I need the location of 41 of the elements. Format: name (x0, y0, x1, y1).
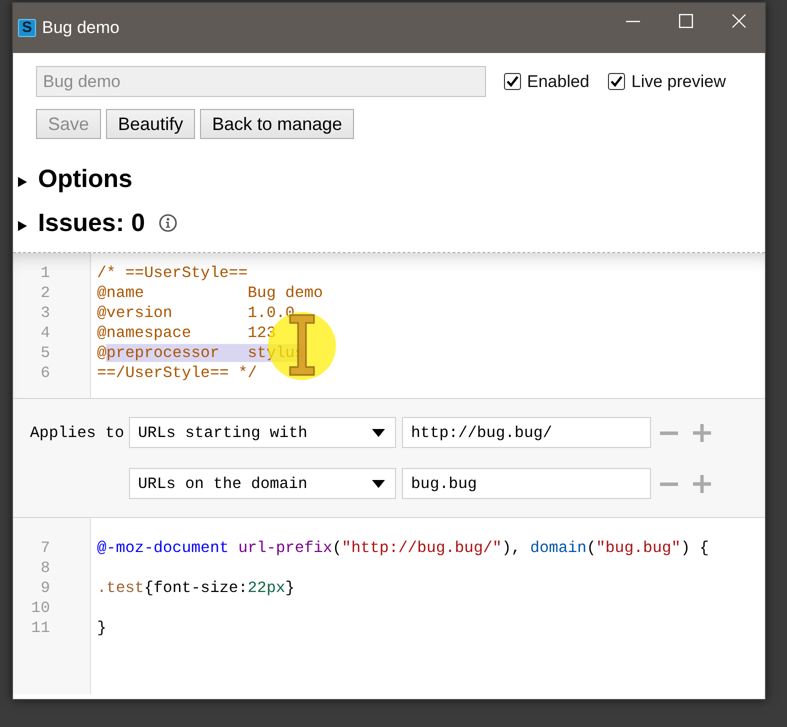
code-line: } (97, 619, 106, 637)
line-number: 1 (40, 264, 50, 282)
toolbar-button[interactable]: Beautify (106, 109, 196, 139)
maximize-icon[interactable] (679, 14, 693, 28)
disclosure-triangle-icon[interactable] (18, 221, 28, 231)
code-line: @name Bug demo (97, 284, 323, 302)
url-type-dropdown[interactable]: URLs on the domain (129, 468, 396, 499)
caret-icon (372, 480, 385, 488)
checkbox-label[interactable]: Live preview (631, 72, 726, 92)
line-number: 9 (40, 579, 50, 597)
applies-to-label: Applies to (30, 424, 124, 442)
disclosure-triangle-icon[interactable] (18, 177, 28, 187)
info-icon[interactable] (159, 214, 178, 232)
section-heading[interactable]: Issues: 0 (38, 208, 146, 238)
code-line: @version 1.0.0 (97, 304, 295, 322)
checkbox[interactable] (608, 73, 626, 90)
line-number: 10 (30, 599, 50, 617)
url-type-dropdown[interactable]: URLs starting with (129, 417, 396, 448)
line-number: 6 (40, 364, 50, 382)
line-number: 4 (40, 324, 50, 342)
line-number: 2 (40, 284, 50, 302)
code-line: /* ==UserStyle== (97, 264, 248, 282)
line-number: 5 (40, 344, 50, 362)
code-editor[interactable]: 7 @-moz-document url-prefix("http://bug.bug/"), domain("bug.bug") { 8 9 .test{font-size:22px} 10 11 } (13, 517, 765, 694)
app-logo: S (18, 19, 36, 37)
close-icon[interactable] (732, 14, 746, 28)
line-number: 7 (40, 539, 50, 557)
line-number: 11 (30, 619, 50, 637)
line-number: 3 (40, 304, 50, 322)
code-line: .test{font-size:22px} (97, 579, 295, 597)
code-line: @-moz-document url-prefix("http://bug.bug/"), domain("bug.bug") { (97, 539, 709, 557)
checkbox-label[interactable]: Enabled (527, 72, 590, 92)
section-heading[interactable]: Options (38, 164, 132, 194)
code-line: ==/UserStyle== */ (97, 364, 258, 382)
url-input[interactable]: http://bug.bug/ (402, 417, 651, 448)
url-input[interactable]: bug.bug (402, 468, 651, 499)
checkbox[interactable] (504, 73, 521, 90)
caret-icon (372, 428, 385, 436)
window-title: Bug demo (42, 18, 120, 38)
line-number: 8 (40, 559, 50, 577)
toolbar-button[interactable]: Back to manage (200, 109, 354, 139)
